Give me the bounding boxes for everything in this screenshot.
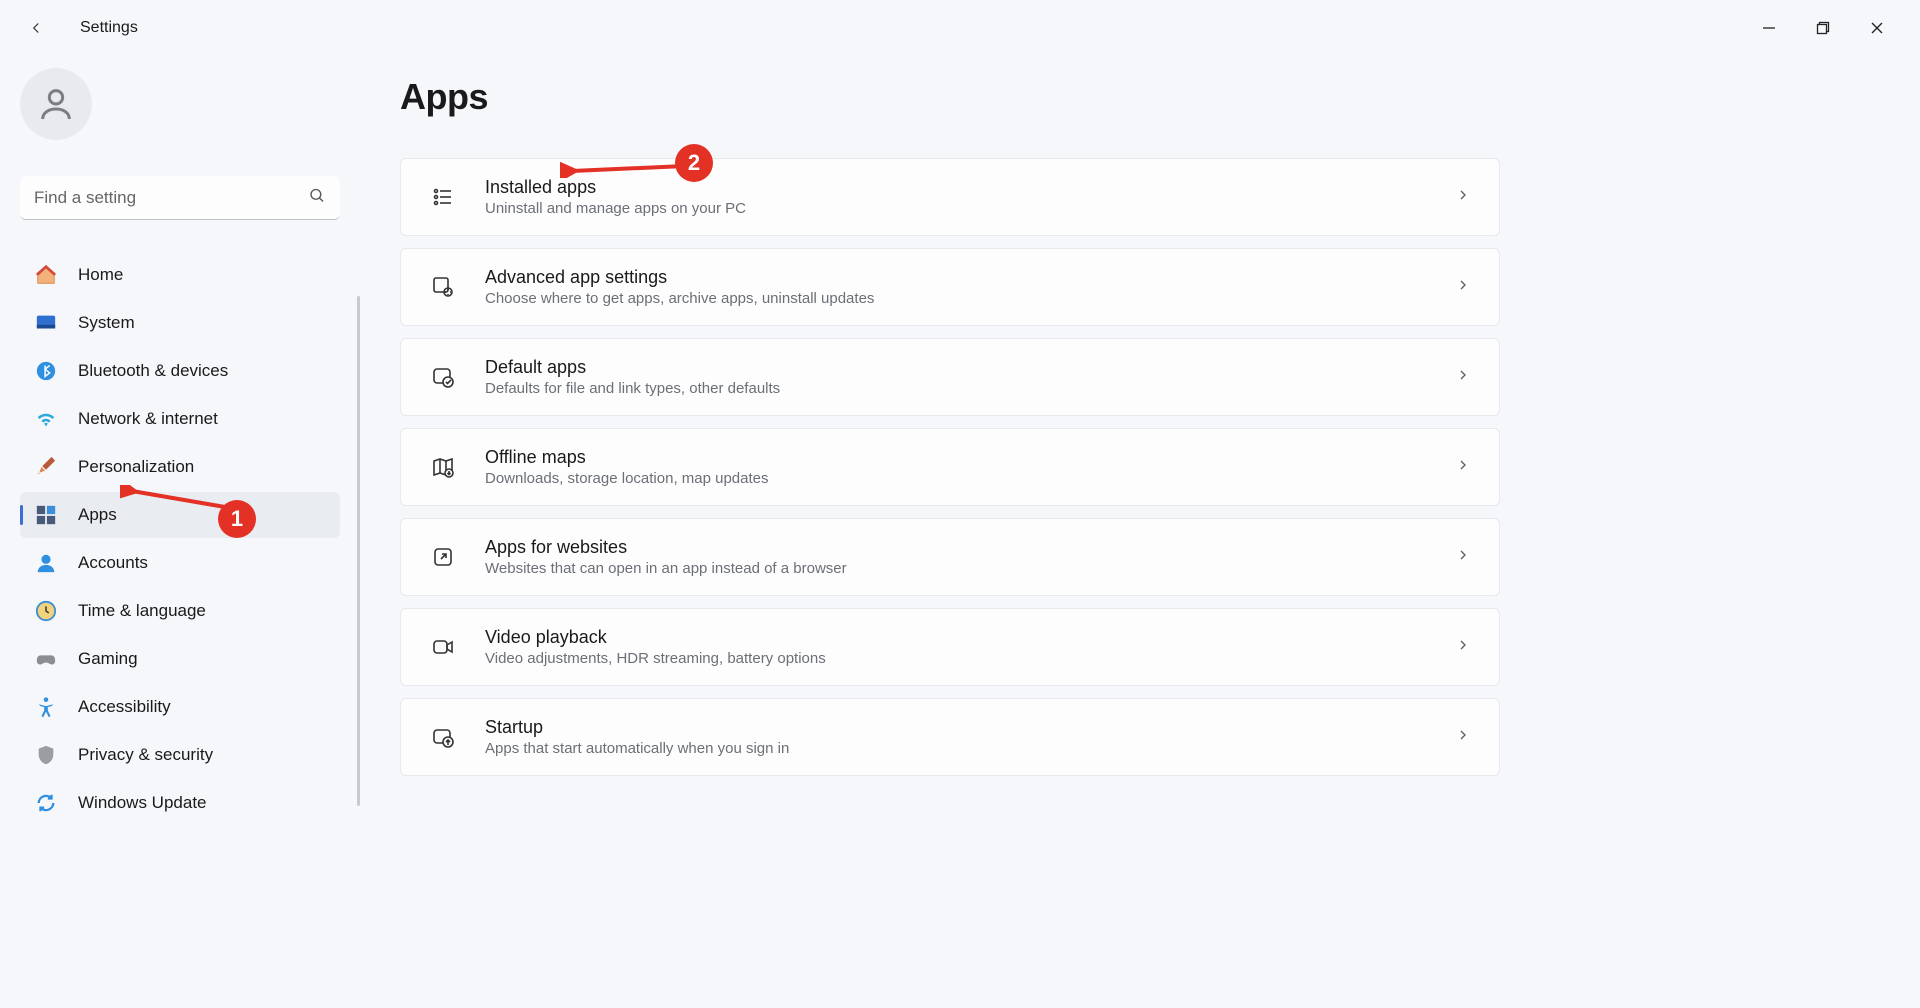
sidebar-item-accessibility[interactable]: Accessibility: [20, 684, 340, 730]
apps-icon: [34, 503, 58, 527]
wifi-icon: [34, 407, 58, 431]
sidebar-item-label: Home: [78, 265, 123, 285]
gamepad-icon: [34, 647, 58, 671]
minimize-icon: [1762, 21, 1776, 35]
card-advanced-settings[interactable]: Advanced app settings Choose where to ge…: [400, 248, 1500, 326]
brush-icon: [34, 455, 58, 479]
avatar[interactable]: [20, 68, 92, 140]
sidebar-item-accounts[interactable]: Accounts: [20, 540, 340, 586]
sidebar-item-label: Apps: [78, 505, 117, 525]
card-subtitle: Defaults for file and link types, other …: [485, 380, 1427, 397]
search-icon: [308, 187, 326, 210]
person-icon: [36, 84, 76, 124]
sidebar-item-label: Bluetooth & devices: [78, 361, 228, 381]
sidebar-item-bluetooth[interactable]: Bluetooth & devices: [20, 348, 340, 394]
card-title: Installed apps: [485, 177, 1427, 198]
sidebar-item-apps[interactable]: Apps: [20, 492, 340, 538]
list-settings-icon: [429, 183, 457, 211]
sidebar-item-personalization[interactable]: Personalization: [20, 444, 340, 490]
sidebar-item-label: Windows Update: [78, 793, 207, 813]
sidebar-item-time[interactable]: Time & language: [20, 588, 340, 634]
maximize-icon: [1816, 21, 1830, 35]
sidebar-item-gaming[interactable]: Gaming: [20, 636, 340, 682]
page-title: Apps: [400, 76, 1880, 118]
sidebar-scrollbar[interactable]: [357, 296, 360, 806]
accessibility-icon: [34, 695, 58, 719]
arrow-left-icon: [27, 19, 45, 37]
back-button[interactable]: [16, 8, 56, 48]
chevron-right-icon: [1455, 637, 1471, 658]
maximize-button[interactable]: [1800, 12, 1846, 44]
startup-icon: [429, 723, 457, 751]
accounts-icon: [34, 551, 58, 575]
minimize-button[interactable]: [1746, 12, 1792, 44]
card-title: Offline maps: [485, 447, 1427, 468]
titlebar: Settings: [0, 0, 1920, 56]
card-title: Advanced app settings: [485, 267, 1427, 288]
sidebar-item-label: Network & internet: [78, 409, 218, 429]
open-external-icon: [429, 543, 457, 571]
close-icon: [1870, 21, 1884, 35]
window-controls: [1726, 0, 1920, 56]
sidebar-item-label: Privacy & security: [78, 745, 213, 765]
sidebar-item-privacy[interactable]: Privacy & security: [20, 732, 340, 778]
video-icon: [429, 633, 457, 661]
search-input[interactable]: [20, 176, 340, 220]
card-title: Video playback: [485, 627, 1427, 648]
chevron-right-icon: [1455, 457, 1471, 478]
chevron-right-icon: [1455, 547, 1471, 568]
map-download-icon: [429, 453, 457, 481]
app-gear-icon: [429, 273, 457, 301]
card-installed-apps[interactable]: Installed apps Uninstall and manage apps…: [400, 158, 1500, 236]
sidebar-item-system[interactable]: System: [20, 300, 340, 346]
chevron-right-icon: [1455, 277, 1471, 298]
sidebar-item-label: Time & language: [78, 601, 206, 621]
card-startup[interactable]: Startup Apps that start automatically wh…: [400, 698, 1500, 776]
app-check-icon: [429, 363, 457, 391]
sidebar-item-label: Accounts: [78, 553, 148, 573]
sidebar-item-label: Accessibility: [78, 697, 171, 717]
sidebar-item-network[interactable]: Network & internet: [20, 396, 340, 442]
card-video-playback[interactable]: Video playback Video adjustments, HDR st…: [400, 608, 1500, 686]
chevron-right-icon: [1455, 367, 1471, 388]
card-subtitle: Video adjustments, HDR streaming, batter…: [485, 650, 1427, 667]
chevron-right-icon: [1455, 187, 1471, 208]
bluetooth-icon: [34, 359, 58, 383]
main-content: Apps Installed apps Uninstall and manage…: [360, 56, 1920, 1008]
search-box: [20, 176, 340, 220]
window-title: Settings: [80, 19, 138, 37]
close-button[interactable]: [1854, 12, 1900, 44]
card-subtitle: Downloads, storage location, map updates: [485, 470, 1427, 487]
sidebar-item-label: Personalization: [78, 457, 194, 477]
sidebar-item-label: Gaming: [78, 649, 138, 669]
card-subtitle: Apps that start automatically when you s…: [485, 740, 1427, 757]
card-title: Default apps: [485, 357, 1427, 378]
card-title: Apps for websites: [485, 537, 1427, 558]
nav-list: Home System Bluetooth & devices Network …: [20, 252, 340, 826]
card-offline-maps[interactable]: Offline maps Downloads, storage location…: [400, 428, 1500, 506]
chevron-right-icon: [1455, 727, 1471, 748]
card-default-apps[interactable]: Default apps Defaults for file and link …: [400, 338, 1500, 416]
shield-icon: [34, 743, 58, 767]
sidebar-item-update[interactable]: Windows Update: [20, 780, 340, 826]
card-subtitle: Uninstall and manage apps on your PC: [485, 200, 1427, 217]
card-apps-websites[interactable]: Apps for websites Websites that can open…: [400, 518, 1500, 596]
sidebar: Home System Bluetooth & devices Network …: [0, 56, 360, 1008]
sidebar-item-home[interactable]: Home: [20, 252, 340, 298]
home-icon: [34, 263, 58, 287]
clock-icon: [34, 599, 58, 623]
card-list: Installed apps Uninstall and manage apps…: [400, 158, 1500, 776]
card-subtitle: Choose where to get apps, archive apps, …: [485, 290, 1427, 307]
card-subtitle: Websites that can open in an app instead…: [485, 560, 1427, 577]
card-title: Startup: [485, 717, 1427, 738]
sidebar-item-label: System: [78, 313, 135, 333]
update-icon: [34, 791, 58, 815]
system-icon: [34, 311, 58, 335]
